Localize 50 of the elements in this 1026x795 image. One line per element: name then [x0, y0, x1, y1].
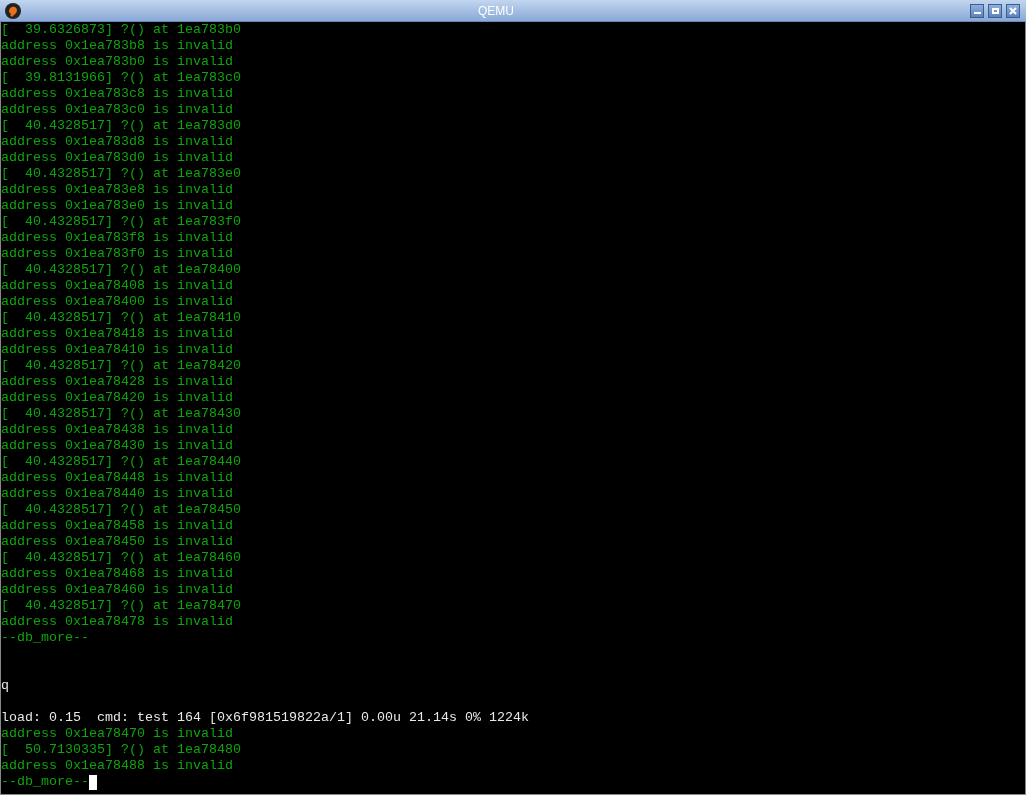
terminal-line: address 0x1ea78410 is invalid — [1, 342, 233, 358]
terminal-line: address 0x1ea78478 is invalid — [1, 614, 233, 630]
terminal-line: [ 40.4328517] ?() at 1ea78450 — [1, 502, 241, 518]
terminal-line: address 0x1ea783e8 is invalid — [1, 182, 233, 198]
terminal-line: address 0x1ea78488 is invalid — [1, 758, 233, 774]
terminal-line: address 0x1ea783c0 is invalid — [1, 102, 233, 118]
terminal-line: address 0x1ea78400 is invalid — [1, 294, 233, 310]
terminal-line: address 0x1ea783d8 is invalid — [1, 134, 233, 150]
terminal-line: [ 40.4328517] ?() at 1ea783e0 — [1, 166, 241, 182]
terminal-line: address 0x1ea78468 is invalid — [1, 566, 233, 582]
terminal-line: [ 50.7130335] ?() at 1ea78480 — [1, 742, 241, 758]
terminal-line: [ 40.4328517] ?() at 1ea78420 — [1, 358, 241, 374]
terminal-line: address 0x1ea783c8 is invalid — [1, 86, 233, 102]
terminal-line: q — [1, 678, 9, 694]
terminal-line: address 0x1ea78438 is invalid — [1, 422, 233, 438]
terminal-line: address 0x1ea783d0 is invalid — [1, 150, 233, 166]
terminal-line: --db_more-- — [1, 630, 89, 646]
terminal-line: address 0x1ea78408 is invalid — [1, 278, 233, 294]
minimize-button[interactable] — [970, 3, 984, 18]
terminal-line: [ 40.4328517] ?() at 1ea78470 — [1, 598, 241, 614]
terminal-line: [ 40.4328517] ?() at 1ea78440 — [1, 454, 241, 470]
terminal-line: address 0x1ea783f0 is invalid — [1, 246, 233, 262]
terminal-line: address 0x1ea783b0 is invalid — [1, 54, 233, 70]
window-title: QEMU — [478, 2, 514, 20]
terminal-line: load: 0.15 cmd: test 164 [0x6f981519822a/1] 0.00u 21.14s 0% 1224k — [1, 710, 529, 726]
terminal-line: [ 40.4328517] ?() at 1ea783d0 — [1, 118, 241, 134]
terminal-line: [ 40.4328517] ?() at 1ea78410 — [1, 310, 241, 326]
terminal-line: address 0x1ea783b8 is invalid — [1, 38, 233, 54]
terminal-line: [ 40.4328517] ?() at 1ea78460 — [1, 550, 241, 566]
terminal-line: address 0x1ea78458 is invalid — [1, 518, 233, 534]
terminal-line: [ 40.4328517] ?() at 1ea78430 — [1, 406, 241, 422]
terminal-line: [ 40.4328517] ?() at 1ea783f0 — [1, 214, 241, 230]
terminal-line: address 0x1ea78418 is invalid — [1, 326, 233, 342]
terminal-line: address 0x1ea78430 is invalid — [1, 438, 233, 454]
terminal-line: address 0x1ea78460 is invalid — [1, 582, 233, 598]
terminal-line: address 0x1ea78440 is invalid — [1, 486, 233, 502]
terminal-line: address 0x1ea783f8 is invalid — [1, 230, 233, 246]
terminal-line: address 0x1ea78448 is invalid — [1, 470, 233, 486]
terminal-line: address 0x1ea78420 is invalid — [1, 390, 233, 406]
terminal-line: [ 39.8131966] ?() at 1ea783c0 — [1, 70, 241, 86]
close-button[interactable] — [1006, 3, 1020, 18]
terminal-line: --db_more-- — [1, 774, 89, 790]
terminal-line: address 0x1ea783e0 is invalid — [1, 198, 233, 214]
terminal-line: address 0x1ea78470 is invalid — [1, 726, 233, 742]
app-logo-icon — [4, 1, 22, 20]
terminal-line: address 0x1ea78450 is invalid — [1, 534, 233, 550]
maximize-button[interactable] — [988, 3, 1002, 18]
terminal-line: [ 40.4328517] ?() at 1ea78400 — [1, 262, 241, 278]
terminal-line: address 0x1ea78428 is invalid — [1, 374, 233, 390]
terminal-line: [ 39.6326873] ?() at 1ea783b0 — [1, 22, 241, 38]
